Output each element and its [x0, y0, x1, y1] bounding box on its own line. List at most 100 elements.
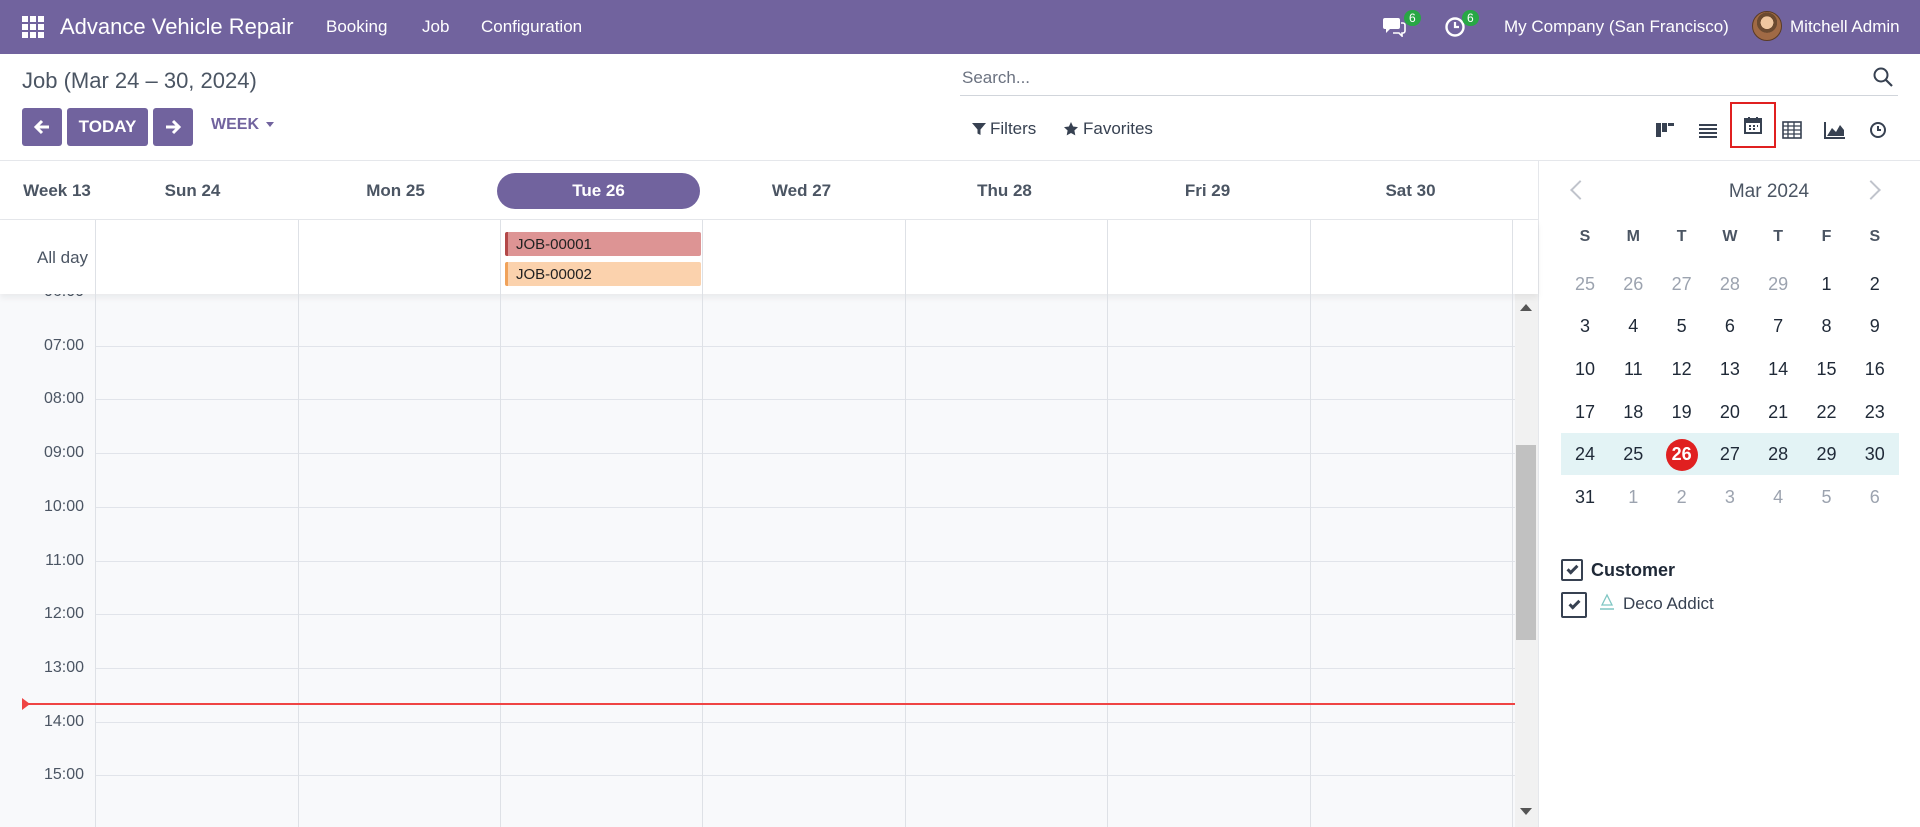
mini-day[interactable]: 3 — [1561, 306, 1609, 348]
mini-day[interactable]: 6 — [1706, 306, 1754, 348]
mini-day[interactable]: 24 — [1561, 434, 1609, 476]
menu-job[interactable]: Job — [422, 17, 449, 37]
mini-day[interactable]: 27 — [1706, 434, 1754, 476]
hour-gridline — [95, 506, 1515, 508]
mini-day[interactable]: 29 — [1754, 263, 1802, 305]
mini-day[interactable]: 28 — [1754, 434, 1802, 476]
mini-day[interactable]: 10 — [1561, 348, 1609, 390]
event-title: JOB-00001 — [516, 235, 592, 253]
company-logo-icon — [1600, 593, 1614, 610]
view-kanban-button[interactable] — [1651, 116, 1679, 144]
menu-booking[interactable]: Booking — [326, 17, 387, 37]
mini-day[interactable]: 2 — [1851, 263, 1899, 305]
view-calendar-button[interactable] — [1730, 102, 1776, 148]
day-header-fri[interactable]: Fri 29 — [1110, 161, 1305, 221]
day-header-wed[interactable]: Wed 27 — [704, 161, 899, 221]
mini-day[interactable]: 28 — [1706, 263, 1754, 305]
mini-day[interactable]: 18 — [1609, 391, 1657, 433]
mini-day[interactable]: 5 — [1658, 306, 1706, 348]
mini-day[interactable]: 15 — [1803, 348, 1851, 390]
mini-next-month-icon[interactable] — [1861, 180, 1881, 200]
view-activity-button[interactable] — [1864, 116, 1892, 144]
search-input[interactable] — [962, 64, 1842, 92]
column-divider — [702, 220, 703, 827]
mini-day[interactable]: 30 — [1851, 434, 1899, 476]
event-job-00002[interactable]: JOB-00002 — [505, 262, 701, 286]
weekday-label: T — [1676, 228, 1687, 245]
event-job-00001[interactable]: JOB-00001 — [505, 232, 701, 256]
mini-day[interactable]: 1 — [1803, 263, 1851, 305]
mini-day[interactable]: 12 — [1658, 348, 1706, 390]
menu-configuration[interactable]: Configuration — [481, 17, 582, 37]
deco-addict-checkbox[interactable] — [1561, 592, 1587, 618]
hour-label: 09:00 — [43, 444, 84, 462]
column-divider — [905, 220, 906, 827]
column-divider — [500, 220, 501, 827]
search-bar — [960, 60, 1898, 96]
mini-day[interactable]: 22 — [1803, 391, 1851, 433]
previous-button[interactable] — [22, 108, 62, 146]
mini-day[interactable]: 25 — [1609, 434, 1657, 476]
company-switcher[interactable]: My Company (San Francisco) — [1504, 17, 1729, 37]
calendar-sidebar: Mar 2024 SMTWTFS 25 26 27 28 29 1 2 3 4 5 6 7 8 9 10 11… — [1538, 160, 1920, 827]
mini-day[interactable]: 3 — [1706, 477, 1754, 519]
mini-day[interactable]: 7 — [1754, 306, 1802, 348]
mini-day[interactable]: 11 — [1609, 348, 1657, 390]
mini-day[interactable]: 27 — [1658, 263, 1706, 305]
mini-day[interactable]: 6 — [1851, 477, 1899, 519]
mini-day[interactable]: 21 — [1754, 391, 1802, 433]
scrollbar-thumb[interactable] — [1516, 445, 1536, 640]
scroll-up-arrow[interactable] — [1520, 304, 1532, 311]
mini-day[interactable]: 20 — [1706, 391, 1754, 433]
hour-gridline — [95, 721, 1515, 723]
day-header-today[interactable]: Tue 26 — [497, 173, 700, 209]
time-grid[interactable]: 06:00 07:00 08:00 09:00 10:00 11:00 12:00 13:00… — [0, 294, 1515, 827]
mini-day[interactable]: 13 — [1706, 348, 1754, 390]
view-graph-button[interactable] — [1821, 116, 1849, 144]
filters-button[interactable]: Filters — [972, 119, 1036, 139]
user-avatar[interactable] — [1752, 11, 1782, 41]
mini-day[interactable]: 2 — [1658, 477, 1706, 519]
weekday-label: W — [1722, 228, 1738, 245]
mini-day[interactable]: 29 — [1803, 434, 1851, 476]
arrow-right-icon — [166, 119, 182, 135]
mini-day[interactable]: 8 — [1803, 306, 1851, 348]
view-pivot-button[interactable] — [1778, 116, 1806, 144]
mini-day[interactable]: 16 — [1851, 348, 1899, 390]
mini-day[interactable]: 25 — [1561, 263, 1609, 305]
today-button[interactable]: TODAY — [67, 108, 148, 146]
mini-day[interactable]: 31 — [1561, 477, 1609, 519]
app-brand[interactable]: Advance Vehicle Repair — [60, 14, 294, 40]
day-header-sat[interactable]: Sat 30 — [1313, 161, 1508, 221]
hour-gridline — [95, 667, 1515, 669]
mini-day[interactable]: 4 — [1609, 306, 1657, 348]
favorites-button[interactable]: Favorites — [1063, 119, 1153, 139]
mini-day[interactable]: 9 — [1851, 306, 1899, 348]
user-menu[interactable]: Mitchell Admin — [1790, 17, 1900, 37]
mini-prev-month-icon[interactable] — [1570, 180, 1590, 200]
customer-filter-checkbox[interactable] — [1561, 559, 1583, 581]
filters-label: Filters — [990, 119, 1037, 138]
mini-day[interactable]: 14 — [1754, 348, 1802, 390]
mini-day[interactable]: 5 — [1803, 477, 1851, 519]
column-divider — [95, 220, 96, 827]
day-header-mon[interactable]: Mon 25 — [298, 161, 493, 221]
mini-day[interactable]: 17 — [1561, 391, 1609, 433]
mini-day[interactable]: 4 — [1754, 477, 1802, 519]
view-list-button[interactable] — [1694, 116, 1722, 144]
mini-day[interactable]: 26 — [1609, 263, 1657, 305]
kanban-icon — [1656, 123, 1674, 137]
apps-menu-icon[interactable] — [22, 16, 44, 38]
scale-dropdown[interactable]: WEEK — [211, 116, 275, 134]
mini-day-today[interactable]: 26 — [1658, 434, 1706, 476]
scroll-down-arrow[interactable] — [1520, 808, 1532, 815]
day-header-thu[interactable]: Thu 28 — [907, 161, 1102, 221]
search-icon[interactable] — [1872, 66, 1894, 88]
next-button[interactable] — [153, 108, 193, 146]
page-title: Job (Mar 24 – 30, 2024) — [22, 68, 257, 93]
mini-day[interactable]: 23 — [1851, 391, 1899, 433]
caret-down-icon — [266, 122, 275, 128]
mini-day[interactable]: 19 — [1658, 391, 1706, 433]
day-header-sun[interactable]: Sun 24 — [95, 161, 290, 221]
mini-day[interactable]: 1 — [1609, 477, 1657, 519]
